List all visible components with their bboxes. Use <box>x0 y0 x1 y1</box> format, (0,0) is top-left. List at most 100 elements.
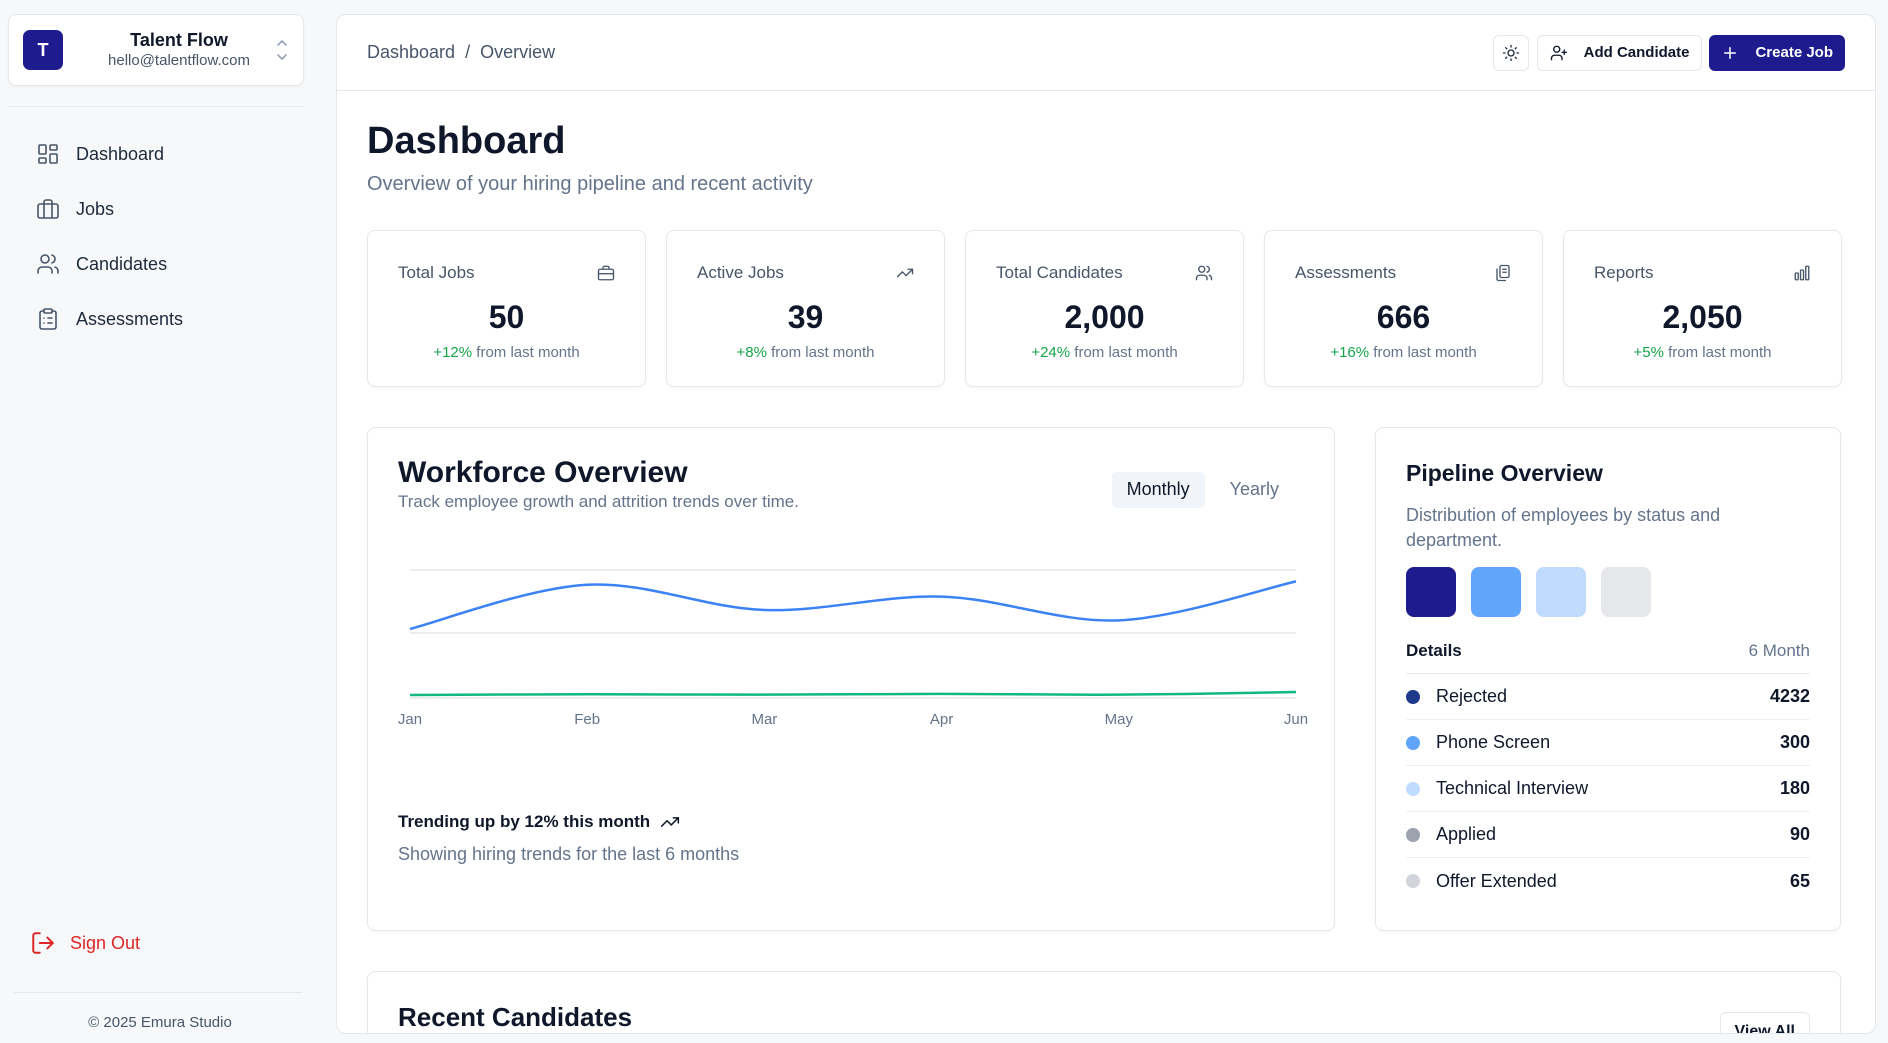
stat-change-percent: +16% <box>1330 343 1370 361</box>
stat-card-active-jobs: Active Jobs 39 +8% from last month <box>666 229 945 387</box>
pipeline-row: Offer Extended 65 <box>1406 858 1810 904</box>
pipeline-row-value: 90 <box>1789 824 1810 845</box>
stat-change-suffix: from last month <box>771 343 875 361</box>
stat-label: Assessments <box>1295 262 1397 282</box>
recent-candidates-title: Recent Candidates <box>398 1001 633 1032</box>
page-title: Dashboard <box>367 120 566 162</box>
pipeline-row: Technical Interview 180 <box>1406 766 1810 813</box>
chart-series-line-0 <box>409 579 1297 630</box>
briefcase-icon <box>597 265 615 281</box>
stat-change-suffix: from last month <box>1668 343 1772 361</box>
stat-label: Reports <box>1594 262 1654 282</box>
stat-change-percent: +8% <box>736 343 767 361</box>
sidebar: T Talent Flow hello@talentflow.com Dashb… <box>0 0 320 1043</box>
status-dot <box>1406 827 1420 842</box>
x-tick-label: Apr <box>930 711 953 728</box>
pipeline-swatches <box>1406 567 1810 618</box>
stat-change-percent: +12% <box>433 343 473 361</box>
toggle-monthly[interactable]: Monthly <box>1111 471 1205 508</box>
pipeline-subtitle: Distribution of employees by status and … <box>1406 504 1721 550</box>
sun-icon <box>1502 44 1519 61</box>
x-tick-label: Jan <box>398 711 422 728</box>
add-candidate-button[interactable]: Add Candidate <box>1536 34 1703 71</box>
breadcrumb-root[interactable]: Dashboard <box>367 42 455 63</box>
stat-change: +12% from last month <box>398 344 615 361</box>
chart-footer: Trending up by 12% this month Showing hi… <box>398 812 739 865</box>
stat-label: Active Jobs <box>697 262 784 282</box>
pipeline-row-label: Technical Interview <box>1436 778 1589 799</box>
create-job-button[interactable]: Create Job <box>1709 34 1845 71</box>
pipeline-swatch <box>1471 567 1521 618</box>
stat-value: 50 <box>488 298 525 335</box>
stat-label: Total Candidates <box>996 262 1123 282</box>
stat-card-total-candidates: Total Candidates 2,000 +24% from last mo… <box>965 229 1244 387</box>
user-plus-icon <box>1550 45 1567 60</box>
topbar: Dashboard / Overview Add Candidate Creat… <box>337 15 1875 91</box>
sidebar-item-assessments[interactable]: Assessments <box>24 297 304 341</box>
stats-row: Total Jobs 50 +12% from last month Activ… <box>367 229 1845 387</box>
users-icon <box>1195 265 1213 281</box>
copy-icon <box>1496 264 1510 281</box>
workforce-overview-card: Workforce Overview Track employee growth… <box>367 426 1335 931</box>
sidebar-item-jobs[interactable]: Jobs <box>24 187 304 231</box>
overview-row: Workforce Overview Track employee growth… <box>367 426 1845 931</box>
log-out-icon <box>32 932 54 954</box>
trending-up-icon <box>661 816 680 827</box>
recent-candidates-card: Recent Candidates View All <box>367 970 1841 1033</box>
org-name: Talent Flow <box>130 30 228 51</box>
details-period: 6 Month <box>1748 641 1810 661</box>
sidebar-footer-divider <box>14 992 302 993</box>
briefcase-icon <box>37 199 59 219</box>
trend-text: Trending up by 12% this month <box>398 811 651 831</box>
sidebar-item-label: Assessments <box>76 308 184 329</box>
stat-change: +5% from last month <box>1594 344 1811 361</box>
pipeline-row-label: Offer Extended <box>1436 870 1557 891</box>
stat-change-suffix: from last month <box>1373 343 1477 361</box>
sidebar-item-dashboard[interactable]: Dashboard <box>24 132 304 176</box>
pipeline-row-value: 65 <box>1789 870 1810 891</box>
app-root: T Talent Flow hello@talentflow.com Dashb… <box>0 0 1888 1043</box>
dashboard-icon <box>38 144 58 164</box>
stat-label: Total Jobs <box>398 262 475 282</box>
sign-out-button[interactable]: Sign Out <box>30 930 140 956</box>
copyright: © 2025 Emura Studio <box>88 1014 232 1031</box>
sidebar-item-candidates[interactable]: Candidates <box>24 242 304 286</box>
status-dot <box>1406 689 1420 704</box>
pipeline-row-value: 300 <box>1779 732 1810 753</box>
org-avatar: T <box>23 30 63 70</box>
x-tick-label: Feb <box>574 711 600 728</box>
pipeline-row: Phone Screen 300 <box>1406 720 1810 767</box>
chevrons-up-down-icon <box>277 40 287 60</box>
stat-value: 39 <box>787 298 824 335</box>
stat-value: 666 <box>1376 298 1431 335</box>
dashboard-content: Dashboard Overview of your hiring pipeli… <box>337 91 1875 1033</box>
toggle-yearly[interactable]: Yearly <box>1215 472 1294 508</box>
sign-out-label: Sign Out <box>70 932 141 953</box>
create-job-label: Create Job <box>1755 44 1833 61</box>
org-switcher[interactable]: T Talent Flow hello@talentflow.com <box>8 14 304 86</box>
view-all-button[interactable]: View All <box>1719 1011 1810 1033</box>
breadcrumb: Dashboard / Overview <box>367 42 555 63</box>
stat-change-percent: +24% <box>1031 343 1071 361</box>
clipboard-icon <box>39 308 57 330</box>
plus-icon <box>1724 46 1737 59</box>
status-dot <box>1406 781 1420 796</box>
stat-change: +16% from last month <box>1295 344 1512 361</box>
pipeline-row-value: 4232 <box>1769 686 1810 707</box>
stat-change-suffix: from last month <box>476 343 580 361</box>
pipeline-swatch <box>1601 567 1651 618</box>
page-subtitle: Overview of your hiring pipeline and rec… <box>367 172 813 195</box>
pipeline-list: Rejected 4232 Phone Screen 300 Technical Int… <box>1406 674 1810 904</box>
x-tick-label: Jun <box>1284 711 1308 728</box>
pipeline-row-label: Phone Screen <box>1436 732 1551 753</box>
theme-toggle-button[interactable] <box>1492 34 1529 71</box>
pipeline-overview-card: Pipeline Overview Distribution of employ… <box>1375 426 1841 931</box>
details-label: Details <box>1406 641 1462 661</box>
pipeline-row: Rejected 4232 <box>1406 674 1810 721</box>
period-toggle: Monthly Yearly <box>1111 471 1294 508</box>
trend-subtext: Showing hiring trends for the last 6 mon… <box>398 843 740 864</box>
breadcrumb-separator: / <box>465 42 471 62</box>
bar-chart-icon <box>1794 265 1810 281</box>
stat-value: 2,050 <box>1662 298 1743 335</box>
breadcrumb-current: Overview <box>480 42 556 62</box>
